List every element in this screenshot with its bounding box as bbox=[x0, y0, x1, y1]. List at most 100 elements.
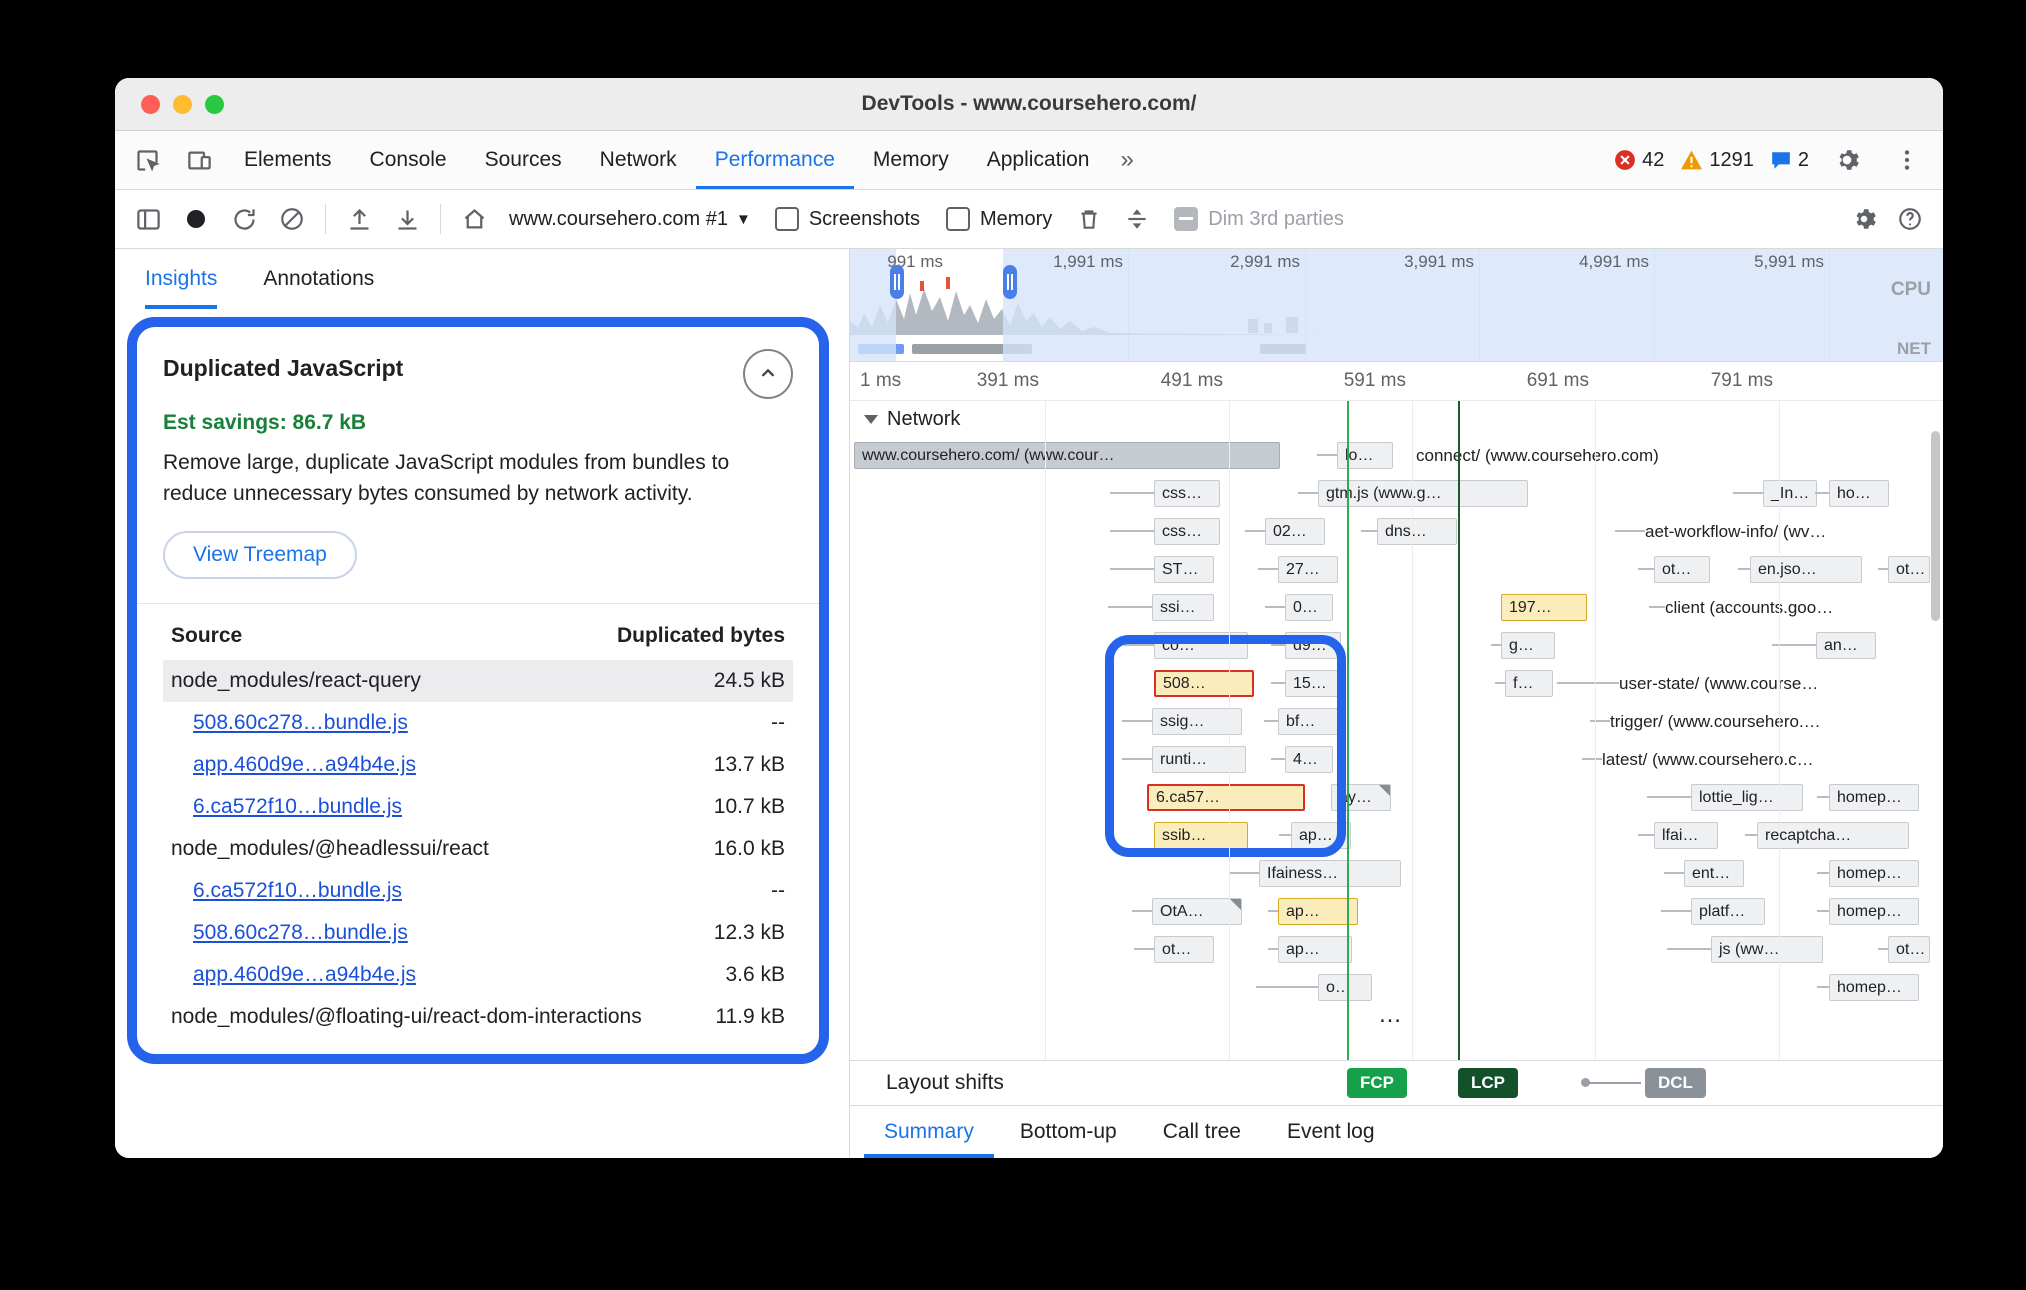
fcp-marker-badge[interactable]: FCP bbox=[1347, 1068, 1407, 1098]
network-request-css[interactable]: css… bbox=[1154, 480, 1220, 507]
close-window-button[interactable] bbox=[141, 95, 160, 114]
network-request-o[interactable]: o… bbox=[1318, 974, 1372, 1001]
table-row[interactable]: app.460d9e…a94b4e.js13.7 kB bbox=[163, 744, 793, 786]
tab-application[interactable]: Application bbox=[968, 131, 1109, 189]
dcl-marker-badge[interactable]: DCL bbox=[1645, 1068, 1706, 1098]
network-request-homep[interactable]: homep… bbox=[1829, 860, 1919, 887]
zoom-window-button[interactable] bbox=[205, 95, 224, 114]
network-request-connect-www-coursehero-com[interactable]: connect/ (www.coursehero.com) bbox=[1416, 442, 1659, 469]
network-request-trigger-www-coursehero[interactable]: trigger/ (www.coursehero.… bbox=[1610, 708, 1821, 735]
network-request-ot[interactable]: ot… bbox=[1154, 936, 1214, 963]
network-request-client-accounts-goo[interactable]: client (accounts.goo… bbox=[1665, 594, 1833, 621]
network-request-ay[interactable]: ay… bbox=[1331, 784, 1391, 811]
network-request-gtm-js-www-g[interactable]: gtm.js (www.g… bbox=[1318, 480, 1528, 507]
table-row[interactable]: node_modules/@headlessui/react16.0 kB bbox=[163, 828, 793, 870]
network-request-bf[interactable]: bf… bbox=[1278, 708, 1338, 735]
details-tab-summary[interactable]: Summary bbox=[864, 1106, 994, 1158]
network-flamechart[interactable]: Network www.coursehero.com/ (www.cour…lo… bbox=[850, 401, 1943, 1060]
network-request-ot[interactable]: ot… bbox=[1888, 936, 1930, 963]
toggle-sidebar-icon[interactable] bbox=[125, 196, 171, 242]
tab-sources[interactable]: Sources bbox=[466, 131, 581, 189]
network-request-lfai[interactable]: lfai… bbox=[1654, 822, 1718, 849]
network-request-lottie-lig[interactable]: lottie_lig… bbox=[1691, 784, 1803, 811]
network-request-css[interactable]: css… bbox=[1154, 518, 1220, 545]
device-toolbar-icon[interactable] bbox=[173, 131, 225, 189]
sidebar-tab-annotations[interactable]: Annotations bbox=[263, 249, 374, 309]
duplicated-javascript-card[interactable]: Duplicated JavaScript Est savings: 86.7 … bbox=[137, 327, 819, 1054]
network-request-ssi[interactable]: ssi… bbox=[1152, 594, 1214, 621]
network-request-4[interactable]: 4… bbox=[1285, 746, 1333, 773]
clear-button[interactable] bbox=[269, 196, 315, 242]
vertical-scrollbar[interactable] bbox=[1931, 431, 1940, 621]
network-request-f[interactable]: f… bbox=[1505, 670, 1553, 697]
network-request-197[interactable]: 197… bbox=[1501, 594, 1587, 621]
tab-memory[interactable]: Memory bbox=[854, 131, 968, 189]
source-file-link[interactable]: 6.ca572f10…bundle.js bbox=[193, 795, 402, 819]
tab-performance[interactable]: Performance bbox=[696, 131, 854, 189]
table-row[interactable]: app.460d9e…a94b4e.js3.6 kB bbox=[163, 954, 793, 996]
dim-third-parties-checkbox-box[interactable] bbox=[1174, 207, 1198, 231]
network-request-d9[interactable]: d9… bbox=[1285, 632, 1341, 659]
record-and-reload-button[interactable] bbox=[221, 196, 267, 242]
disclosure-triangle-icon[interactable] bbox=[864, 415, 878, 424]
memory-checkbox-box[interactable] bbox=[946, 207, 970, 231]
network-request-ot[interactable]: ot… bbox=[1888, 556, 1930, 583]
minimap-left-handle[interactable] bbox=[890, 265, 904, 299]
network-request-www-coursehero-com-www-cour[interactable]: www.coursehero.com/ (www.cour… bbox=[854, 442, 1280, 469]
network-request-lo[interactable]: lo… bbox=[1337, 442, 1393, 469]
network-request-ho[interactable]: ho… bbox=[1829, 480, 1889, 507]
view-treemap-button[interactable]: View Treemap bbox=[163, 531, 357, 579]
network-request-co[interactable]: co… bbox=[1154, 632, 1248, 659]
tab-console[interactable]: Console bbox=[351, 131, 466, 189]
memory-checkbox[interactable]: Memory bbox=[934, 207, 1064, 231]
kebab-menu-icon[interactable] bbox=[1881, 147, 1933, 173]
network-request-15[interactable]: 15… bbox=[1285, 670, 1345, 697]
table-row[interactable]: 6.ca572f10…bundle.js-- bbox=[163, 870, 793, 912]
network-request-latest-www-coursehero-c[interactable]: latest/ (www.coursehero.c… bbox=[1602, 746, 1814, 773]
tab-network[interactable]: Network bbox=[581, 131, 696, 189]
history-select[interactable]: www.coursehero.com #1 ▼ bbox=[499, 208, 761, 231]
live-metrics-home-icon[interactable] bbox=[451, 196, 497, 242]
network-request-ifainess[interactable]: Ifainess… bbox=[1259, 860, 1401, 887]
error-badge[interactable]: 42 bbox=[1610, 149, 1668, 172]
network-request-platf[interactable]: platf… bbox=[1691, 898, 1765, 925]
table-row[interactable]: 6.ca572f10…bundle.js10.7 kB bbox=[163, 786, 793, 828]
layout-shifts-track[interactable]: Layout shifts FCPLCPDCL bbox=[850, 1060, 1943, 1105]
network-request-ap[interactable]: ap… bbox=[1291, 822, 1351, 849]
network-request-02[interactable]: 02… bbox=[1265, 518, 1325, 545]
network-request-homep[interactable]: homep… bbox=[1829, 898, 1919, 925]
collapse-insight-button[interactable] bbox=[743, 349, 793, 399]
load-profile-icon[interactable] bbox=[336, 196, 382, 242]
network-request-6-ca57[interactable]: 6.ca57… bbox=[1147, 784, 1305, 811]
network-request-508[interactable]: 508… bbox=[1154, 670, 1254, 697]
network-request-dns[interactable]: dns… bbox=[1377, 518, 1457, 545]
tab-elements[interactable]: Elements bbox=[225, 131, 351, 189]
network-request-st[interactable]: ST… bbox=[1154, 556, 1214, 583]
network-request-0[interactable]: 0… bbox=[1285, 594, 1333, 621]
table-row[interactable]: node_modules/react-query24.5 kB bbox=[163, 660, 793, 702]
source-file-link[interactable]: 6.ca572f10…bundle.js bbox=[193, 879, 402, 903]
network-request-runti[interactable]: runti… bbox=[1152, 746, 1246, 773]
collapse-flame-icon[interactable] bbox=[1114, 196, 1160, 242]
details-tab-bottom-up[interactable]: Bottom-up bbox=[1000, 1106, 1137, 1158]
network-request-ent[interactable]: ent… bbox=[1684, 860, 1744, 887]
details-tab-event-log[interactable]: Event log bbox=[1267, 1106, 1395, 1158]
network-request-in[interactable]: _In… bbox=[1763, 480, 1817, 507]
timeline-minimap[interactable]: 991 ms1,991 ms2,991 ms3,991 ms4,991 ms5,… bbox=[850, 249, 1943, 362]
network-request-user-state-www-course[interactable]: user-state/ (www.course… bbox=[1619, 670, 1818, 697]
sidebar-tab-insights[interactable]: Insights bbox=[145, 249, 217, 309]
source-file-link[interactable]: 508.60c278…bundle.js bbox=[193, 921, 408, 945]
network-request-js-ww[interactable]: js (ww… bbox=[1711, 936, 1823, 963]
save-profile-icon[interactable] bbox=[384, 196, 430, 242]
network-request-en-jso[interactable]: en.jso… bbox=[1750, 556, 1862, 583]
more-tabs-button[interactable]: » bbox=[1108, 131, 1145, 189]
network-request-27[interactable]: 27… bbox=[1278, 556, 1338, 583]
issues-badge[interactable]: 2 bbox=[1766, 149, 1813, 172]
minimap-right-handle[interactable] bbox=[1003, 265, 1017, 299]
source-file-link[interactable]: app.460d9e…a94b4e.js bbox=[193, 963, 416, 987]
network-request-an[interactable]: an… bbox=[1816, 632, 1876, 659]
warning-badge[interactable]: 1291 bbox=[1676, 149, 1758, 172]
settings-gear-icon[interactable] bbox=[1821, 147, 1873, 173]
network-request-ap[interactable]: ap… bbox=[1278, 898, 1358, 925]
capture-settings-gear-icon[interactable] bbox=[1841, 196, 1887, 242]
